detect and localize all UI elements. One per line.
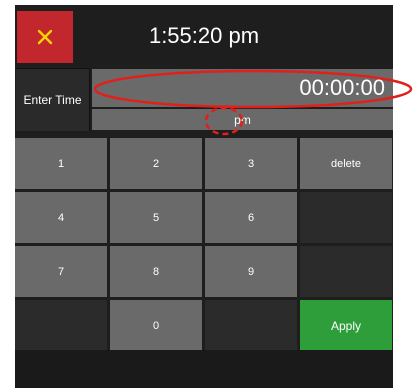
close-icon bbox=[37, 29, 53, 45]
key-9[interactable]: 9 bbox=[205, 246, 297, 297]
key-3[interactable]: 3 bbox=[205, 138, 297, 189]
blank-key bbox=[300, 192, 392, 243]
key-1[interactable]: 1 bbox=[15, 138, 107, 189]
title-bar: 1:55:20 pm bbox=[15, 5, 393, 67]
bottom-bar bbox=[15, 350, 393, 388]
key-5[interactable]: 5 bbox=[110, 192, 202, 243]
enter-time-label: Enter Time bbox=[16, 68, 90, 131]
close-button[interactable] bbox=[17, 11, 73, 63]
key-6[interactable]: 6 bbox=[205, 192, 297, 243]
key-7[interactable]: 7 bbox=[15, 246, 107, 297]
blank-key bbox=[15, 300, 107, 351]
blank-key bbox=[205, 300, 297, 351]
key-0[interactable]: 0 bbox=[110, 300, 202, 351]
key-4[interactable]: 4 bbox=[15, 192, 107, 243]
apply-button[interactable]: Apply bbox=[300, 300, 392, 351]
time-entry-panel: 1:55:20 pm Enter Time 00:00:00 pm 1 2 3 … bbox=[15, 5, 393, 388]
delete-button[interactable]: delete bbox=[300, 138, 392, 189]
time-entry-value: 00:00:00 bbox=[299, 75, 385, 100]
blank-key bbox=[300, 246, 392, 297]
key-2[interactable]: 2 bbox=[110, 138, 202, 189]
time-entry-display[interactable]: 00:00:00 bbox=[92, 69, 393, 107]
am-pm-toggle[interactable]: pm bbox=[92, 109, 393, 130]
key-8[interactable]: 8 bbox=[110, 246, 202, 297]
